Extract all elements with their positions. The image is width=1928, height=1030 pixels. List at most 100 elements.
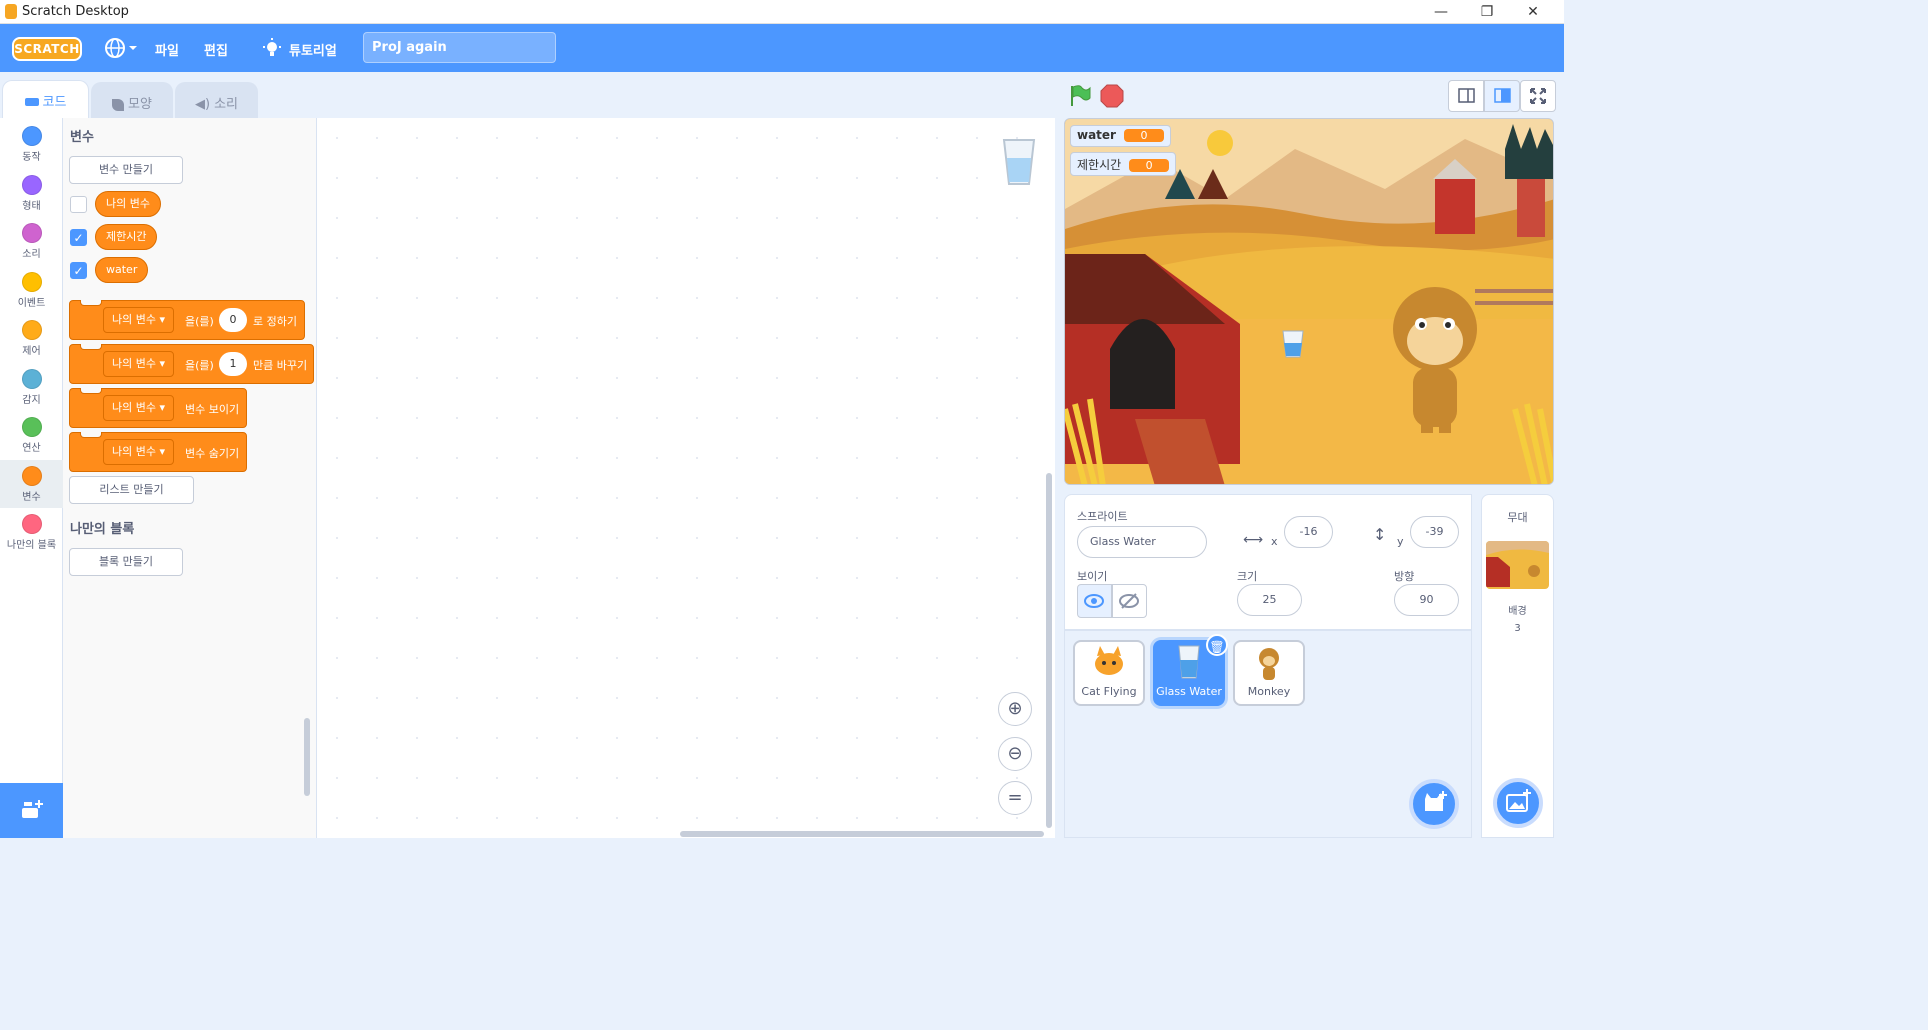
- speaker-icon: ◀): [195, 97, 211, 112]
- zoom-in-button[interactable]: ⊕: [998, 692, 1032, 726]
- stop-icon[interactable]: [1100, 84, 1124, 108]
- category-sensing[interactable]: 감지: [0, 363, 63, 411]
- block-text: 변수 숨기기: [185, 447, 240, 460]
- tab-code[interactable]: 코드: [2, 80, 89, 120]
- sprite-label: 스프라이트: [1077, 510, 1128, 523]
- category-control[interactable]: 제어: [0, 314, 63, 362]
- tab-costumes[interactable]: 모양: [91, 82, 173, 118]
- stage-title: 무대: [1507, 511, 1528, 524]
- size-input[interactable]: 25: [1237, 584, 1302, 616]
- sprite-list: Cat Flying Glass Water 🗑 Monkey: [1064, 630, 1472, 838]
- variable-reporter-time-limit[interactable]: 제한시간: [95, 224, 158, 250]
- large-stage-button[interactable]: [1484, 80, 1520, 112]
- x-position-input[interactable]: -16: [1284, 516, 1333, 548]
- green-flag-icon[interactable]: [1068, 84, 1092, 108]
- workspace-vertical-scrollbar[interactable]: [1046, 473, 1052, 828]
- cat-flying-thumbnail: [1095, 646, 1123, 675]
- tab-sounds[interactable]: ◀) 소리: [175, 82, 258, 118]
- backdrops-label: 배경: [1508, 606, 1527, 617]
- value-input[interactable]: 1: [219, 352, 247, 376]
- show-sprite-button[interactable]: [1077, 584, 1112, 618]
- y-position-input[interactable]: -39: [1410, 516, 1459, 548]
- category-events[interactable]: 이벤트: [0, 266, 63, 314]
- direction-input[interactable]: 90: [1394, 584, 1459, 616]
- variable-checkbox-water[interactable]: ✓: [70, 262, 87, 279]
- category-label: 이벤트: [17, 298, 46, 309]
- direction-label: 방향: [1394, 570, 1415, 583]
- variable-checkbox-time-limit[interactable]: ✓: [70, 229, 87, 246]
- category-label: 소리: [22, 249, 41, 260]
- glass-sprite[interactable]: [1282, 330, 1304, 358]
- project-title-input[interactable]: ProJ again: [363, 32, 556, 63]
- x-label: x: [1271, 535, 1278, 548]
- add-backdrop-button[interactable]: [1493, 778, 1543, 828]
- minimize-button[interactable]: —: [1418, 0, 1464, 24]
- horizontal-arrows-icon: ⟷: [1243, 532, 1264, 548]
- sprite-tile-cat-flying[interactable]: Cat Flying: [1073, 640, 1145, 706]
- variable-dropdown[interactable]: 나의 변수 ▾: [103, 439, 175, 465]
- cat-plus-icon: [1425, 791, 1447, 811]
- close-window-button[interactable]: ✕: [1510, 0, 1556, 24]
- category-variables[interactable]: 변수: [0, 460, 63, 508]
- small-stage-button[interactable]: [1448, 80, 1484, 112]
- zoom-out-icon: ⊖: [1007, 743, 1023, 764]
- delete-sprite-button[interactable]: 🗑: [1206, 634, 1228, 656]
- variable-monitor-time-limit[interactable]: 제한시간 0: [1070, 152, 1177, 176]
- stage-thumbnail[interactable]: [1486, 541, 1549, 589]
- sprite-name-input[interactable]: Glass Water: [1077, 526, 1207, 558]
- block-text: 로 정하기: [253, 315, 297, 328]
- variable-reporter-my-variable[interactable]: 나의 변수: [95, 191, 161, 217]
- category-my-blocks[interactable]: 나만의 블록: [0, 508, 63, 556]
- zoom-out-button[interactable]: ⊖: [998, 737, 1032, 771]
- set-variable-block[interactable]: 나의 변수 ▾ 을(를) 0 로 정하기: [69, 300, 305, 340]
- variable-dropdown[interactable]: 나의 변수 ▾: [103, 307, 175, 333]
- category-looks[interactable]: 형태: [0, 169, 63, 217]
- dropdown-label: 나의 변수: [112, 445, 156, 458]
- zoom-reset-button[interactable]: =: [998, 781, 1032, 815]
- variables-color-dot: [21, 466, 42, 486]
- make-list-button[interactable]: 리스트 만들기: [69, 476, 194, 504]
- fullscreen-button[interactable]: [1520, 80, 1556, 112]
- workspace-horizontal-scrollbar[interactable]: [680, 831, 1044, 837]
- variable-reporter-water[interactable]: water: [95, 257, 149, 283]
- add-sprite-button[interactable]: [1409, 779, 1459, 829]
- language-menu[interactable]: [104, 36, 138, 60]
- variable-dropdown[interactable]: 나의 변수 ▾: [103, 351, 175, 377]
- hide-variable-block[interactable]: 나의 변수 ▾ 변수 숨기기: [69, 432, 247, 472]
- file-menu[interactable]: 파일: [155, 40, 179, 59]
- block-notch: [80, 432, 102, 438]
- category-label: 동작: [22, 152, 41, 163]
- category-operators[interactable]: 연산: [0, 411, 63, 459]
- operators-color-dot: [21, 417, 42, 437]
- make-block-button[interactable]: 블록 만들기: [69, 548, 183, 576]
- maximize-button[interactable]: ❐: [1464, 0, 1510, 24]
- block-notch: [80, 344, 102, 350]
- make-variable-button[interactable]: 변수 만들기: [69, 156, 183, 184]
- variable-dropdown[interactable]: 나의 변수 ▾: [103, 395, 175, 421]
- hide-sprite-button[interactable]: [1112, 584, 1147, 618]
- sprite-tile-monkey[interactable]: Monkey: [1233, 640, 1305, 706]
- stage-canvas[interactable]: water 0 제한시간 0: [1064, 118, 1554, 485]
- value-input[interactable]: 0: [219, 308, 247, 332]
- add-extension-button[interactable]: [0, 783, 63, 838]
- variables-section-title: 변수: [70, 130, 94, 145]
- palette-scrollbar[interactable]: [304, 718, 310, 796]
- tutorials-menu[interactable]: 튜토리얼: [289, 40, 337, 59]
- code-workspace[interactable]: ⊕ ⊖ =: [317, 118, 1055, 838]
- my-blocks-color-dot: [21, 514, 42, 534]
- variable-monitor-water[interactable]: water 0: [1070, 125, 1171, 147]
- scratch-logo[interactable]: SCRATCH: [12, 37, 82, 61]
- category-sound[interactable]: 소리: [0, 217, 63, 265]
- looks-color-dot: [21, 175, 42, 195]
- stage-target-pane[interactable]: 무대 배경 3: [1481, 494, 1554, 838]
- block-text: 을(를): [185, 359, 214, 372]
- show-variable-block[interactable]: 나의 변수 ▾ 변수 보이기: [69, 388, 247, 428]
- blocks-palette: 변수 변수 만들기 나의 변수 ✓ 제한시간 ✓ water 나의 변수 ▾ 을…: [63, 118, 317, 838]
- tab-costumes-label: 모양: [128, 97, 152, 112]
- edit-menu[interactable]: 편집: [204, 40, 228, 59]
- variable-checkbox-my-variable[interactable]: [70, 196, 87, 213]
- change-variable-block[interactable]: 나의 변수 ▾ 을(를) 1 만큼 바꾸기: [69, 344, 314, 384]
- dropdown-label: 나의 변수: [112, 313, 156, 326]
- category-motion[interactable]: 동작: [0, 120, 63, 168]
- sprite-name: Monkey: [1247, 685, 1291, 698]
